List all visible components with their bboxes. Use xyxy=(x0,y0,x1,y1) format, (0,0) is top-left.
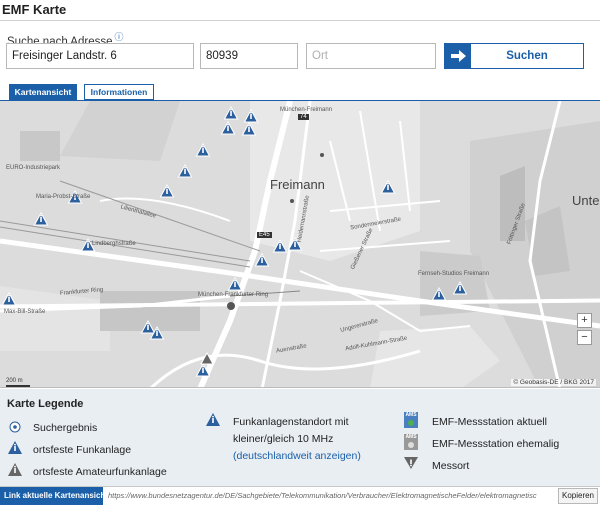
map-view[interactable]: München-Freimann EURO-Industriepark Mari… xyxy=(0,100,600,388)
street-input[interactable]: Freisinger Landstr. 6 xyxy=(6,43,194,69)
legend-title: Karte Legende xyxy=(7,398,84,410)
legend-ams-former: EMF-Messstation ehemalig xyxy=(432,438,560,450)
amateur-radio-station-icon xyxy=(8,463,22,476)
page-title: EMF Karte xyxy=(2,2,67,17)
ams-former-icon: AMS xyxy=(404,434,418,450)
map-scale-bar xyxy=(6,385,30,387)
tab-informationen[interactable]: Informationen xyxy=(84,84,154,100)
low-frequency-station-icon xyxy=(206,413,220,426)
map-label: EURO-Industriepark xyxy=(6,165,61,171)
search-result-icon xyxy=(9,421,21,433)
title-divider xyxy=(0,20,600,21)
map-place-freimann: Freimann xyxy=(270,177,325,192)
map-place-unte: Unte xyxy=(572,193,600,208)
legend-measurement-location: Messort xyxy=(432,460,470,472)
legend-ams-current: EMF-Messstation aktuell xyxy=(432,416,547,428)
current-map-link-bar: Link aktuelle Kartenansicht https://www.… xyxy=(0,486,600,505)
road-badge: E45 xyxy=(257,232,272,238)
map-label: Max-Bill-Straße xyxy=(4,309,46,315)
map-scale-label: 200 m xyxy=(6,378,23,384)
zoom-out-button[interactable]: − xyxy=(577,330,592,345)
map-label: München-Frankfurter Ring xyxy=(198,292,269,298)
measurement-location-icon xyxy=(404,457,418,469)
show-nationwide-link[interactable]: (deutschlandweit anzeigen) xyxy=(233,450,361,462)
map-copyright: © Geobasis-DE / BKG 2017 xyxy=(511,379,596,386)
map-label: Lindberghstraße xyxy=(92,241,136,247)
copy-button[interactable]: Kopieren xyxy=(558,488,598,504)
arrow-right-icon xyxy=(445,44,471,68)
legend-fixed-radio-station: ortsfeste Funkanlage xyxy=(33,444,132,456)
search-button[interactable]: Suchen xyxy=(444,43,584,69)
map-label: Maria-Probst-Straße xyxy=(36,194,91,200)
city-input[interactable]: Ort xyxy=(306,43,436,69)
ams-current-icon: AMS xyxy=(404,412,418,428)
ams-current-text: AMS xyxy=(405,412,417,418)
info-icon[interactable]: ⓘ xyxy=(115,32,124,42)
legend-low-frequency-line2: kleiner/gleich 10 MHz xyxy=(233,433,334,445)
legend-search-result: Suchergebnis xyxy=(33,422,98,434)
fixed-radio-station-icon xyxy=(8,441,22,454)
map-label: München-Freimann xyxy=(280,107,333,113)
map-label: Fernseh-Studios Freimann xyxy=(418,271,490,277)
map-legend: Karte Legende Suchergebnis ortsfeste Fun… xyxy=(0,389,600,486)
ams-former-text: AMS xyxy=(405,434,417,440)
legend-low-frequency-line1: Funkanlagenstandort mit xyxy=(233,416,349,428)
zip-input[interactable]: 80939 xyxy=(200,43,298,69)
zoom-in-button[interactable]: + xyxy=(577,313,592,328)
current-map-link-label: Link aktuelle Kartenansicht xyxy=(0,487,108,505)
search-button-label: Suchen xyxy=(506,50,548,62)
current-map-link-url[interactable]: https://www.bundesnetzagentur.de/DE/Sach… xyxy=(108,487,554,505)
road-badge: 74 xyxy=(298,114,309,120)
tab-kartenansicht[interactable]: Kartenansicht xyxy=(9,84,77,100)
legend-amateur-radio-station: ortsfeste Amateurfunkanlage xyxy=(33,466,167,478)
